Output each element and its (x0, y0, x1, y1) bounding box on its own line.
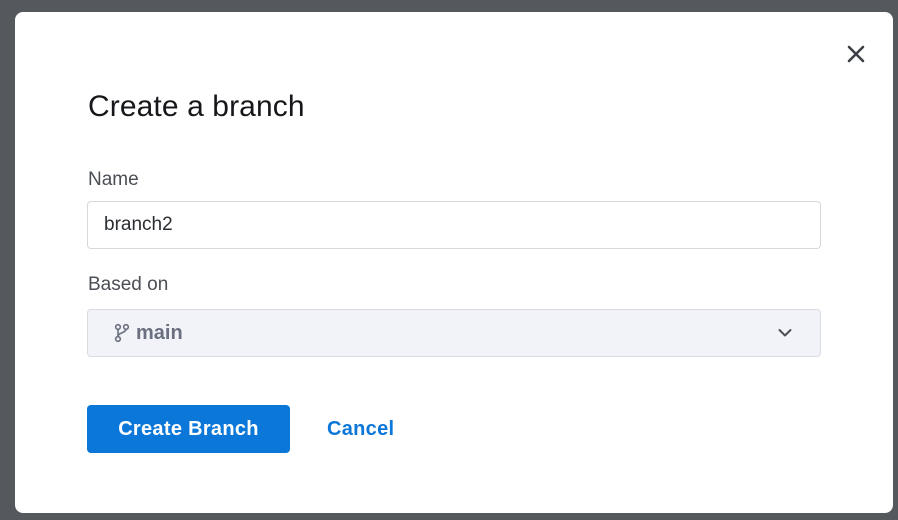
create-branch-button[interactable]: Create Branch (87, 405, 290, 453)
create-branch-dialog: Create a branch Name Based on main Creat… (15, 12, 893, 513)
close-button[interactable] (844, 42, 868, 66)
cancel-button[interactable]: Cancel (315, 405, 406, 453)
based-on-select[interactable]: main (87, 309, 821, 357)
close-icon (847, 45, 865, 63)
branch-name-input[interactable] (87, 201, 821, 249)
name-label: Name (88, 169, 139, 190)
git-branch-icon (114, 323, 132, 343)
based-on-label: Based on (88, 274, 169, 295)
dialog-title: Create a branch (88, 90, 305, 123)
chevron-down-icon (776, 324, 794, 342)
based-on-value: main (136, 321, 183, 344)
